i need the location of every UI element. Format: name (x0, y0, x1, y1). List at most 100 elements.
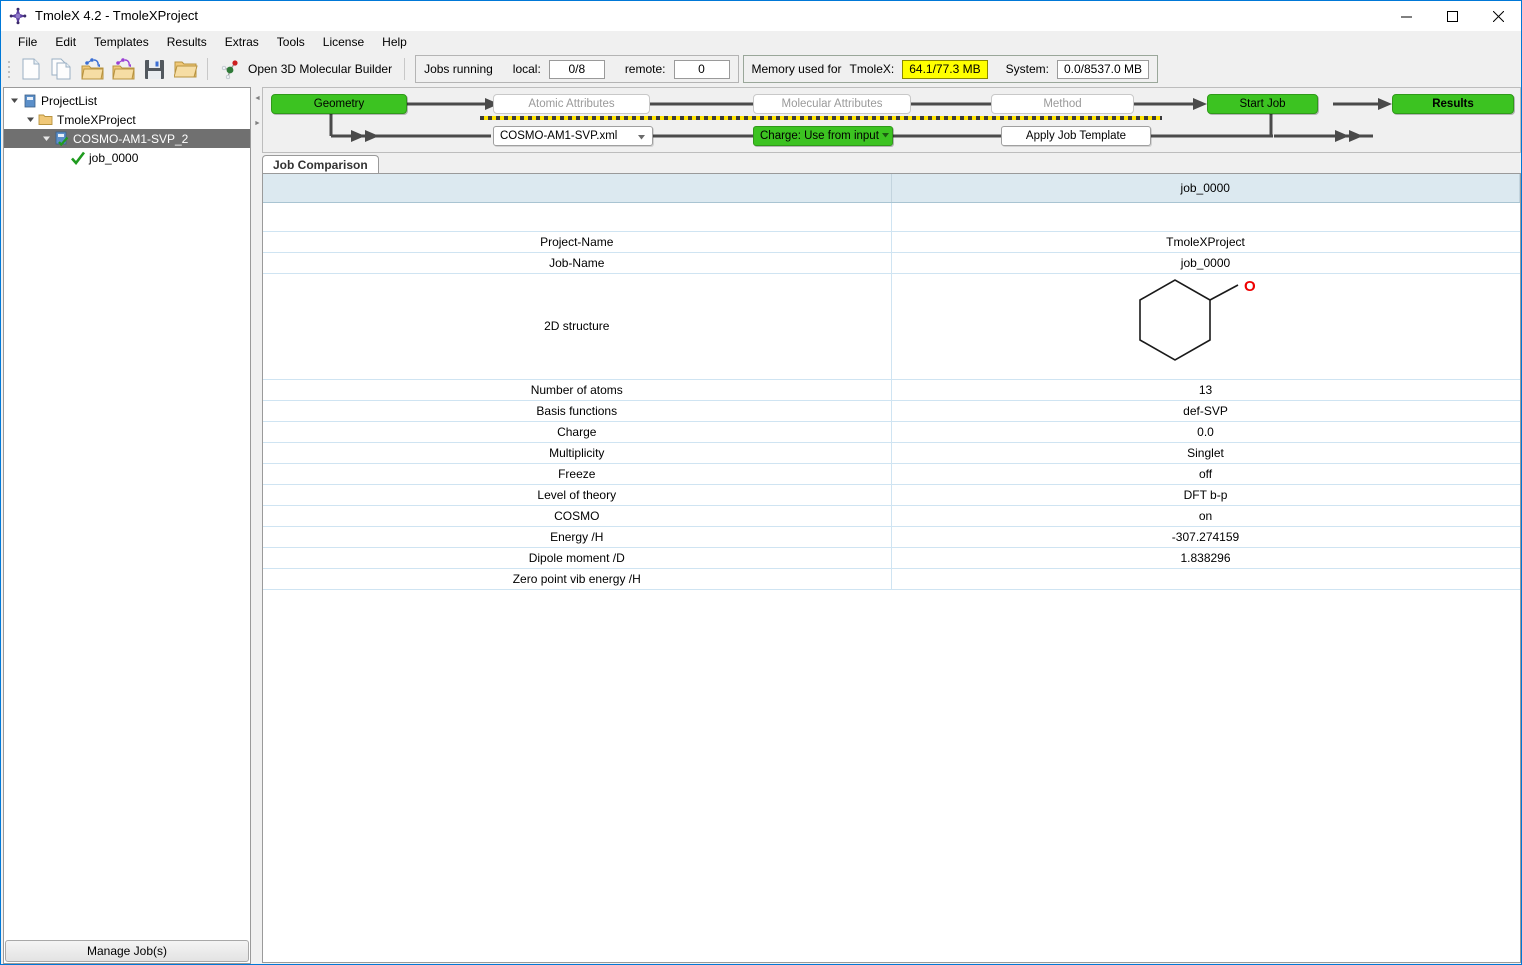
table-row[interactable]: Level of theory DFT b-p (263, 484, 1520, 506)
table-cell-value-2d-structure: O (891, 273, 1520, 380)
table-cell-label-zero-point-vib-energy: Zero point vib energy /H (263, 568, 892, 590)
table-header-job-0000[interactable]: job_0000 (891, 174, 1520, 203)
table-row[interactable]: Project-Name TmoleXProject (263, 231, 1520, 253)
workflow-divider (480, 116, 1162, 120)
system-memory-label: System: (1005, 62, 1049, 76)
table-row[interactable]: Dipole moment /D 1.838296 (263, 547, 1520, 569)
maximize-button[interactable] (1429, 1, 1475, 31)
menu-edit[interactable]: Edit (46, 33, 85, 51)
menu-tools[interactable]: Tools (268, 33, 314, 51)
job-comparison-panel: job_0000 Project-Name TmoleXProject Job-… (262, 173, 1521, 963)
table-cell-value-freeze: off (891, 463, 1520, 485)
open-molecule-folder-alt-icon[interactable] (108, 55, 139, 83)
workflow-step-geometry-label: Geometry (313, 98, 365, 110)
workflow-step-molecular-attributes-label: Molecular Attributes (781, 98, 883, 110)
table-cell-value-dipole-moment: 1.838296 (891, 547, 1520, 569)
job-template-select[interactable]: COSMO-AM1-SVP.xml (493, 126, 653, 146)
tmolex-memory-label: TmoleX: (849, 62, 895, 76)
table-cell-label-project-name: Project-Name (263, 231, 892, 253)
twisty-down-icon-3[interactable] (40, 134, 53, 143)
copy-document-icon[interactable] (46, 55, 77, 83)
remote-jobs-value[interactable]: 0 (673, 59, 730, 79)
charge-select[interactable]: Charge: Use from input (753, 126, 893, 146)
tree-item-cosmo-am1-svp-2-label: COSMO-AM1-SVP_2 (73, 131, 189, 146)
tab-job-comparison[interactable]: Job Comparison (262, 155, 379, 174)
workflow-step-results[interactable]: Results (1392, 94, 1514, 114)
oxygen-atom-label: O (1244, 278, 1256, 295)
table-cell-label-basis-functions: Basis functions (263, 400, 892, 422)
workflow-step-geometry[interactable]: Geometry (271, 94, 407, 114)
tree-item-projectlist-label: ProjectList (41, 93, 98, 108)
table-cell-label-2d-structure: 2D structure (263, 273, 892, 380)
table-row[interactable]: Zero point vib energy /H (263, 568, 1520, 590)
workflow-step-atomic-attributes-label: Atomic Attributes (528, 98, 615, 110)
twisty-down-icon-2[interactable] (24, 115, 37, 124)
open-3d-molecular-builder-button[interactable]: Open 3D Molecular Builder (214, 55, 398, 83)
table-row[interactable]: Energy /H -307.274159 (263, 526, 1520, 548)
workflow-step-molecular-attributes[interactable]: Molecular Attributes (753, 94, 911, 114)
menu-help[interactable]: Help (373, 33, 416, 51)
tree-item-job-0000-label: job_0000 (89, 150, 139, 165)
molecule-icon (220, 58, 242, 80)
tree-item-projectlist[interactable]: ProjectList (4, 91, 250, 110)
menu-license[interactable]: License (314, 33, 373, 51)
tree-item-cosmo-am1-svp-2[interactable]: COSMO-AM1-SVP_2 (4, 129, 250, 148)
menu-extras[interactable]: Extras (216, 33, 268, 51)
remote-jobs-label: remote: (624, 62, 666, 76)
tmolex-logo-icon (9, 7, 27, 25)
tab-strip: Job Comparison (262, 155, 379, 174)
table-row[interactable]: Job-Name job_0000 (263, 252, 1520, 274)
panel-splitter[interactable]: ◄ ► (251, 87, 262, 964)
window-title: TmoleX 4.2 - TmoleXProject (35, 8, 199, 23)
table-row[interactable]: Number of atoms 13 (263, 379, 1520, 401)
menu-templates[interactable]: Templates (85, 33, 158, 51)
apply-job-template-button[interactable]: Apply Job Template (1001, 126, 1151, 146)
workflow-step-atomic-attributes[interactable]: Atomic Attributes (493, 94, 650, 114)
open-molecule-folder-icon[interactable] (77, 55, 108, 83)
local-jobs-label: local: (512, 62, 541, 76)
manage-jobs-button[interactable]: Manage Job(s) (5, 940, 249, 962)
table-row[interactable]: Basis functions def-SVP (263, 400, 1520, 422)
project-icon (53, 131, 70, 146)
open-3d-molecular-builder-label: Open 3D Molecular Builder (248, 62, 393, 76)
workflow-step-method-label: Method (1043, 98, 1082, 110)
table-row[interactable]: Freeze off (263, 463, 1520, 485)
table-row-structure[interactable]: 2D structure O (263, 273, 1520, 380)
workflow-bar: Geometry Atomic Attributes Molecular Att… (262, 87, 1521, 153)
project-list-icon (21, 94, 38, 108)
table-header-property[interactable] (263, 174, 892, 203)
system-memory-value: 0.0/8537.0 MB (1056, 59, 1150, 79)
table-row[interactable]: Multiplicity Singlet (263, 442, 1520, 464)
table-row[interactable]: COSMO on (263, 505, 1520, 527)
table-cell-spacer-value (891, 202, 1520, 232)
tree-item-tmolexproject[interactable]: TmoleXProject (4, 110, 250, 129)
window-controls (1383, 1, 1521, 31)
close-button[interactable] (1475, 1, 1521, 31)
new-document-icon[interactable] (15, 55, 46, 83)
menu-bar: File Edit Templates Results Extras Tools… (1, 31, 1521, 52)
toolbar-separator-2 (404, 58, 406, 80)
menu-results[interactable]: Results (158, 33, 216, 51)
toolbar-grip[interactable] (5, 57, 12, 81)
open-folder-icon[interactable] (170, 55, 201, 83)
table-cell-label-dipole-moment: Dipole moment /D (263, 547, 892, 569)
project-tree: ProjectList TmoleXProject COSMO-AM1-SVP_… (4, 88, 250, 167)
table-cell-value-level-of-theory: DFT b-p (891, 484, 1520, 506)
menu-file[interactable]: File (9, 33, 46, 51)
tmolex-memory-value: 64.1/77.3 MB (902, 59, 988, 79)
table-cell-label-level-of-theory: Level of theory (263, 484, 892, 506)
local-jobs-value[interactable]: 0/8 (548, 59, 605, 79)
table-cell-value-zero-point-vib-energy (891, 568, 1520, 590)
workflow-step-start-job[interactable]: Start Job (1207, 94, 1318, 114)
table-cell-value-basis-functions: def-SVP (891, 400, 1520, 422)
workflow-step-start-job-label: Start Job (1239, 98, 1286, 110)
minimize-button[interactable] (1383, 1, 1429, 31)
toolbar: Open 3D Molecular Builder Jobs running l… (1, 52, 1521, 86)
save-icon[interactable] (139, 55, 170, 83)
twisty-down-icon[interactable] (8, 96, 21, 105)
splitter-grip-2: ► (254, 120, 261, 127)
workflow-step-method[interactable]: Method (991, 94, 1134, 114)
table-row[interactable]: Charge 0.0 (263, 421, 1520, 443)
tree-item-job-0000[interactable]: job_0000 (4, 148, 250, 167)
jobs-running-label: Jobs running (424, 62, 493, 76)
